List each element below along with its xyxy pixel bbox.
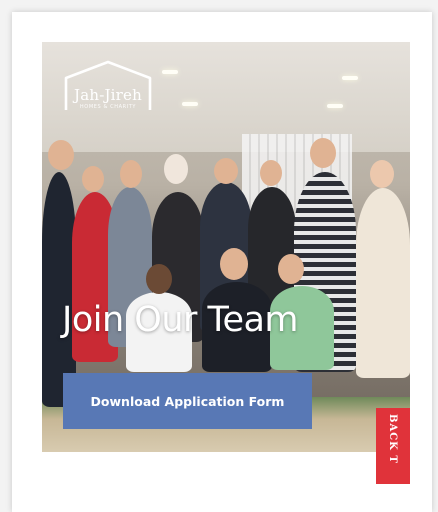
jah-jireh-logo[interactable]: Jah-Jireh HOMES & CHARITY [62,60,154,116]
download-application-form-button[interactable]: Download Application Form [63,373,312,429]
photo-person-head [278,254,304,284]
hero-headline: Join Our Team [62,300,299,340]
photo-person-head [260,160,282,186]
ceiling-light [162,70,178,74]
ceiling-light [182,102,198,106]
photo-person-head [146,264,172,294]
photo-person-head [48,140,74,170]
photo-person-head [310,138,336,168]
hero-banner: Jah-Jireh HOMES & CHARITY Join Our Team … [42,42,410,452]
photo-person [42,172,76,407]
photo-person [356,188,410,378]
content-area [42,452,410,484]
photo-person-head [214,158,238,184]
photo-person-head [120,160,142,188]
back-to-top-button[interactable]: BACK T [376,408,410,484]
logo-name: Jah-Jireh [73,86,142,104]
photo-person-head [370,160,394,188]
ceiling-light [327,104,343,108]
logo-subtitle: HOMES & CHARITY [79,104,137,110]
photo-person-head [82,166,104,192]
ceiling-light [342,76,358,80]
photo-person-head [220,248,248,280]
photo-person-head [164,154,188,184]
back-to-top-label: BACK T [387,414,398,464]
